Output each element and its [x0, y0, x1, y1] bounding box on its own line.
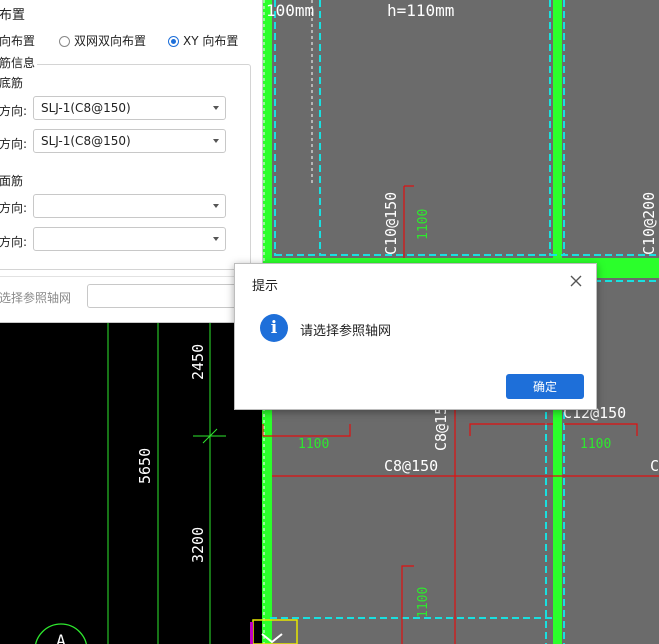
rebar-mark: 1100 — [416, 587, 431, 618]
direction-label: 方向: — [0, 104, 28, 118]
direction-label: 方向: — [0, 201, 28, 215]
divider — [0, 276, 262, 277]
dialog-title: 提示 — [252, 279, 279, 294]
top-rebar-label: 面筋 — [0, 174, 24, 188]
select-value: SLJ-1(C8@150) — [41, 134, 131, 148]
bottom-x-select[interactable]: SLJ-1(C8@150) — [33, 96, 226, 120]
cad-text: 100mm — [266, 1, 314, 20]
radio-circle-icon — [59, 36, 70, 47]
bottom-y-select[interactable]: SLJ-1(C8@150) — [33, 129, 226, 153]
chevron-down-icon — [213, 106, 219, 110]
cad-text: h=110mm — [387, 1, 454, 20]
bottom-rebar-label: 底筋 — [0, 76, 24, 90]
radio-selected-icon — [168, 36, 179, 47]
axis-bubble-label: A — [56, 631, 66, 644]
top-y-select[interactable] — [33, 227, 226, 251]
info-icon: i — [260, 314, 288, 342]
chevron-down-icon — [213, 237, 219, 241]
prompt-dialog: 提示 i 请选择参照轴网 确定 — [234, 263, 597, 410]
radio-option-xy[interactable]: XY 向布置 — [168, 32, 238, 49]
layout-section-title: 布置 — [0, 8, 26, 23]
property-panel: 布置 向布置 双网双向布置 XY 向布置 筋信息 底筋 方向: SLJ-1(C8… — [0, 0, 263, 323]
rebar-mark: 1100 — [580, 437, 611, 452]
direction-label: 方向: — [0, 137, 28, 151]
radio-option-one-way[interactable]: 向布置 — [0, 32, 35, 49]
axis-input[interactable] — [87, 284, 255, 308]
rebar-mark: 1100 — [416, 209, 431, 240]
select-value: SLJ-1(C8@150) — [41, 101, 131, 115]
radio-option-double-net[interactable]: 双网双向布置 — [59, 32, 146, 49]
slab-panel — [272, 0, 553, 258]
close-icon[interactable] — [568, 273, 584, 289]
rebar-info-group-title: 筋信息 — [0, 54, 38, 71]
chevron-down-icon — [213, 204, 219, 208]
chevron-down-icon — [213, 139, 219, 143]
axis-prompt-label: 选择参照轴网 — [0, 291, 72, 305]
rebar-mark: 1100 — [298, 437, 329, 452]
ok-button[interactable]: 确定 — [506, 374, 584, 399]
dimension-label: 3200 — [189, 527, 207, 563]
direction-label: 方向: — [0, 235, 28, 249]
radio-option-label: XY 向布置 — [183, 34, 239, 48]
slab-rebar-label: C8@150 — [384, 457, 438, 475]
slab-rebar-label: C10@150 — [382, 192, 400, 255]
slab-rebar-label: C — [650, 457, 659, 475]
dimension-label: 2450 — [189, 344, 207, 380]
slab-rebar-label: C10@200 — [640, 192, 658, 255]
dialog-message: 请选择参照轴网 — [300, 324, 392, 339]
top-x-select[interactable] — [33, 194, 226, 218]
radio-option-label: 向布置 — [0, 34, 36, 48]
dimension-label: 5650 — [136, 448, 154, 484]
radio-option-label: 双网双向布置 — [74, 34, 147, 48]
